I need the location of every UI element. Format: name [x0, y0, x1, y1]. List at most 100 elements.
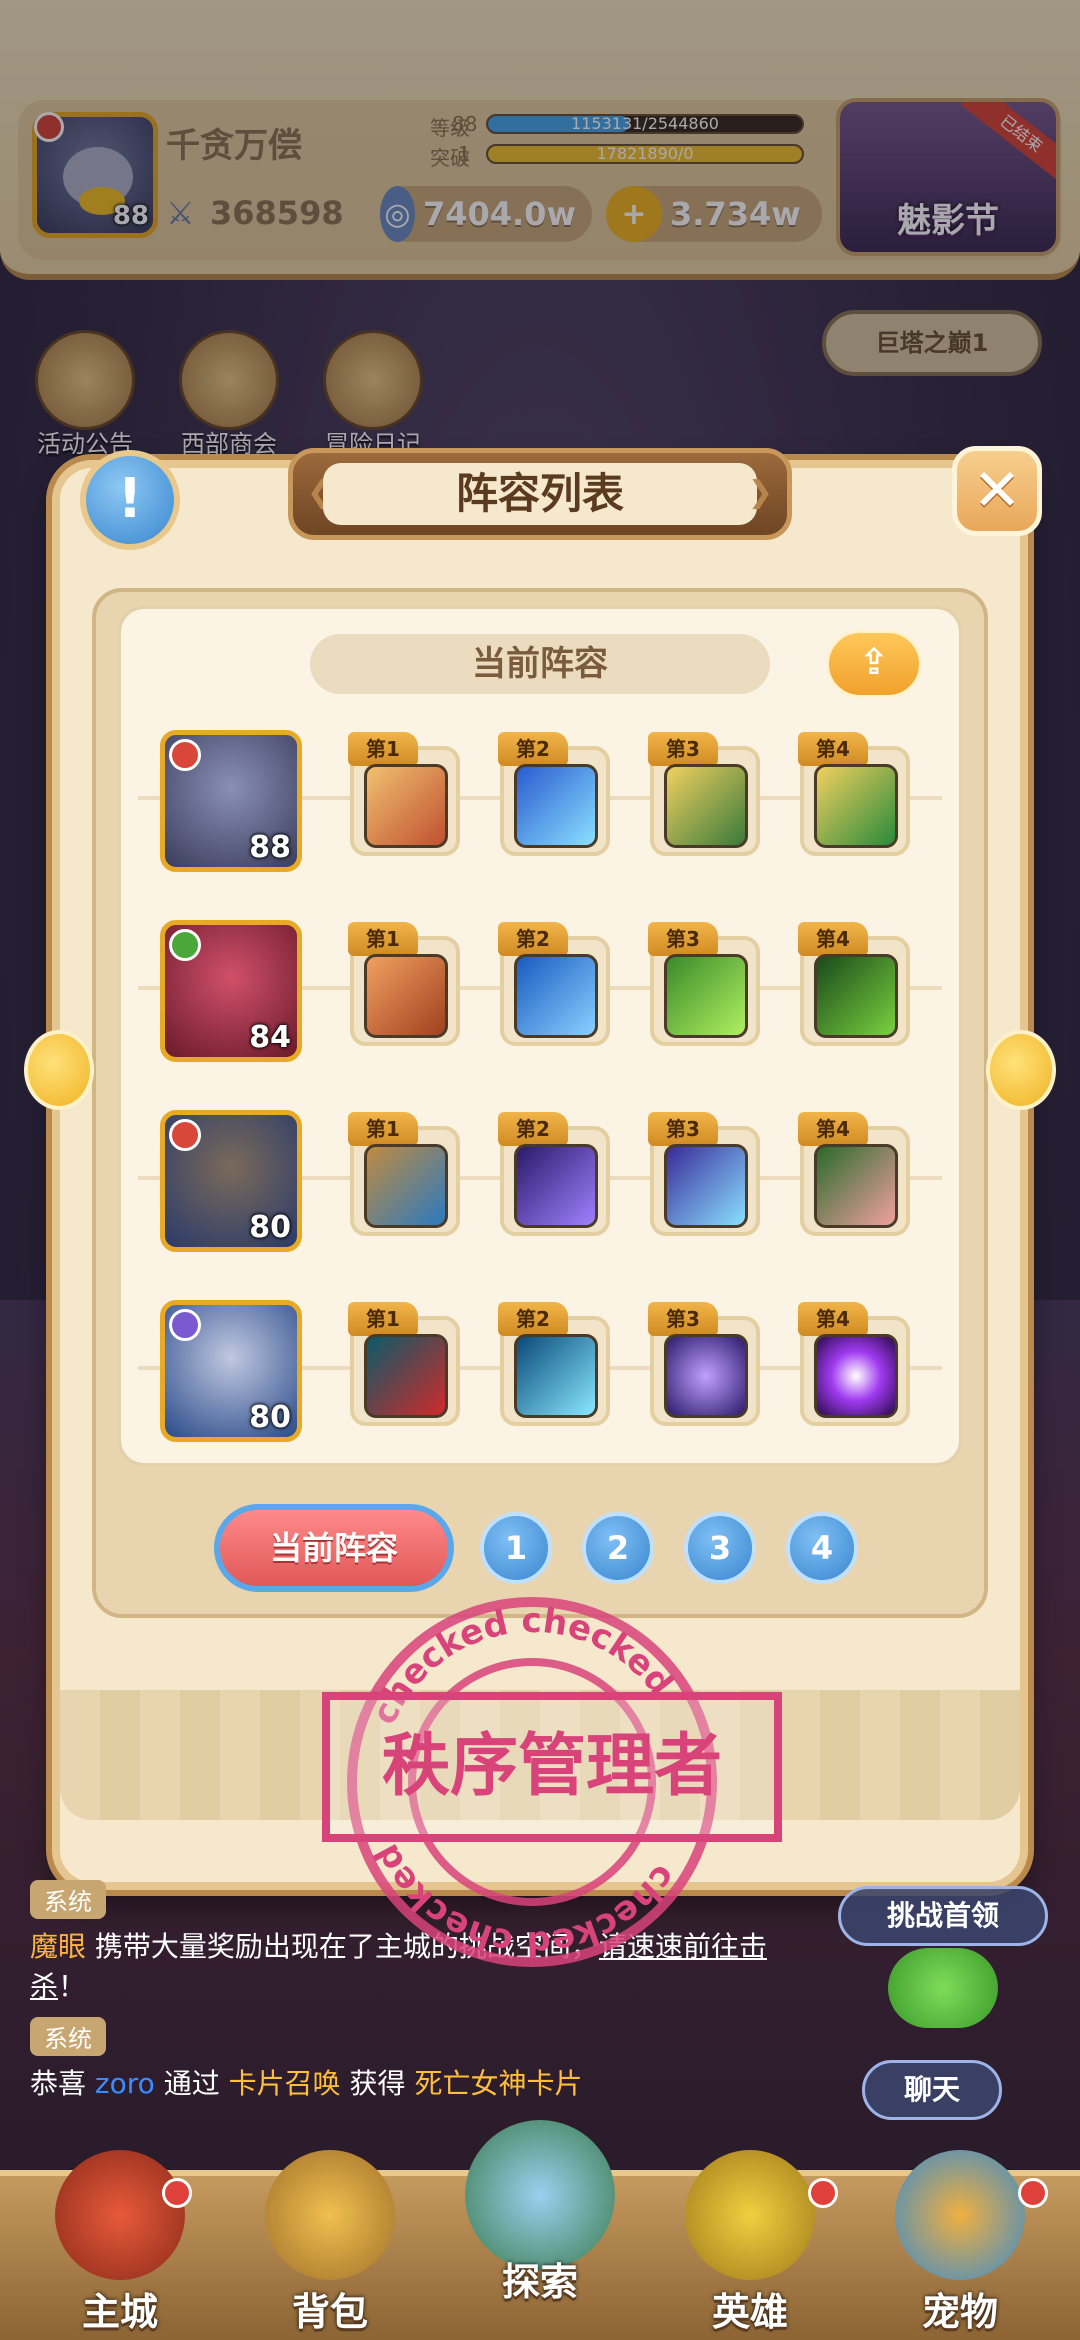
- nav-label: 背包: [291, 2290, 368, 2334]
- hero-portrait[interactable]: 84: [160, 920, 302, 1062]
- element-icon: [169, 1309, 201, 1341]
- nav-notification-dot: [162, 2178, 192, 2208]
- nav-notification-dot: [808, 2178, 838, 2208]
- crossed-swords-icon: [364, 764, 448, 848]
- tab-current-lineup[interactable]: 当前阵容: [214, 1504, 454, 1592]
- share-button[interactable]: ⇪: [826, 630, 922, 698]
- item-name: 死亡女神卡片: [414, 2067, 583, 2100]
- red-mask-icon: [364, 1334, 448, 1418]
- castle-icon: [55, 2150, 185, 2280]
- map-icon: [465, 2120, 615, 2270]
- boss-name: 魔眼: [30, 1930, 87, 1963]
- message-text: 恭喜: [30, 2067, 87, 2100]
- skill-slot[interactable]: 第1: [348, 922, 460, 1046]
- purple-burst-icon: [814, 1334, 898, 1418]
- skill-order-tag: 第4: [798, 732, 868, 766]
- skill-slot[interactable]: 第2: [498, 732, 610, 856]
- user-name: zoro: [94, 2067, 155, 2100]
- modal-title-plate: ❮ 阵容列表 ❯: [288, 448, 792, 540]
- skill-slot[interactable]: 第2: [498, 1302, 610, 1426]
- skill-order-tag: 第3: [648, 1302, 718, 1336]
- hero-level: 88: [249, 830, 291, 865]
- purple-rain-icon: [514, 1144, 598, 1228]
- message-text: 携带大量奖励出现在了主城的挑战空间，: [94, 1930, 599, 1963]
- modal-title: 阵容列表: [323, 463, 757, 525]
- skill-slot[interactable]: 第2: [498, 1112, 610, 1236]
- hero-row: 80 第1 第2 第3 第4: [118, 1092, 962, 1262]
- star-shield-icon: [814, 764, 898, 848]
- skill-slot[interactable]: 第4: [798, 732, 910, 856]
- system-tag: 系统: [30, 1880, 106, 1919]
- green-warrior-icon: [664, 954, 748, 1038]
- gold-shield-icon: [664, 764, 748, 848]
- green-spear-icon: [814, 954, 898, 1038]
- hero-row: 88 第1 第2 第3 第4: [118, 712, 962, 882]
- treant-icon: [364, 1144, 448, 1228]
- ice-staff-icon: [514, 1334, 598, 1418]
- current-lineup-heading: 当前阵容: [310, 634, 770, 694]
- nav-explore[interactable]: 探索: [460, 2120, 620, 2310]
- message-text: ！: [58, 1970, 87, 2003]
- skill-order-tag: 第4: [798, 1302, 868, 1336]
- close-button[interactable]: ✕: [952, 446, 1042, 536]
- chat-message: 恭喜 zoro 通过 卡片召唤 获得 死亡女神卡片: [30, 2064, 810, 2104]
- spear-icon: [514, 954, 598, 1038]
- element-icon: [169, 739, 201, 771]
- skill-slot[interactable]: 第4: [798, 922, 910, 1046]
- skill-order-tag: 第2: [498, 1302, 568, 1336]
- skill-order-tag: 第2: [498, 922, 568, 956]
- nav-label: 宠物: [921, 2290, 998, 2334]
- skill-slot[interactable]: 第3: [648, 1302, 760, 1426]
- skill-order-tag: 第3: [648, 922, 718, 956]
- skill-order-tag: 第1: [348, 732, 418, 766]
- skill-order-tag: 第3: [648, 732, 718, 766]
- hero-row: 84 第1 第2 第3 第4: [118, 902, 962, 1072]
- source-name: 卡片召唤: [228, 2067, 341, 2100]
- challenge-boss-button[interactable]: 挑战首领: [838, 1886, 1048, 1946]
- skill-slot[interactable]: 第4: [798, 1112, 910, 1236]
- element-icon: [169, 929, 201, 961]
- hero-row: 80 第1 第2 第3 第4: [118, 1282, 962, 1452]
- hero-portrait[interactable]: 88: [160, 730, 302, 872]
- element-icon: [169, 1119, 201, 1151]
- blue-slash-icon: [514, 764, 598, 848]
- skill-order-tag: 第1: [348, 1302, 418, 1336]
- nav-label: 主城: [81, 2290, 158, 2334]
- chat-bubble-icon[interactable]: [888, 1948, 998, 2028]
- chat-log: 系统 魔眼 携带大量奖励出现在了主城的挑战空间，请速速前往击杀！ 系统 恭喜 z…: [30, 1880, 810, 2114]
- nav-label: 探索: [501, 2260, 578, 2304]
- vortex-icon: [664, 1334, 748, 1418]
- skill-slot[interactable]: 第1: [348, 1302, 460, 1426]
- skill-order-tag: 第1: [348, 1112, 418, 1146]
- previous-arrow-icon[interactable]: [24, 1030, 94, 1110]
- nav-heroes[interactable]: 英雄: [670, 2150, 830, 2340]
- skill-slot[interactable]: 第3: [648, 1112, 760, 1236]
- hero-portrait[interactable]: 80: [160, 1300, 302, 1442]
- skill-order-tag: 第4: [798, 1112, 868, 1146]
- skill-slot[interactable]: 第1: [348, 1112, 460, 1236]
- chat-button[interactable]: 聊天: [862, 2060, 1002, 2120]
- tab-lineup-1[interactable]: 1: [480, 1512, 552, 1584]
- skill-slot[interactable]: 第2: [498, 922, 610, 1046]
- hero-icon: [685, 2150, 815, 2280]
- hero-level: 80: [249, 1210, 291, 1245]
- tab-lineup-4[interactable]: 4: [786, 1512, 858, 1584]
- stamp-title: 秩序管理者: [322, 1692, 782, 1842]
- tab-lineup-3[interactable]: 3: [684, 1512, 756, 1584]
- chat-message: 魔眼 携带大量奖励出现在了主城的挑战空间，请速速前往击杀！: [30, 1927, 810, 2007]
- skill-order-tag: 第2: [498, 1112, 568, 1146]
- tab-lineup-2[interactable]: 2: [582, 1512, 654, 1584]
- hero-portrait[interactable]: 80: [160, 1110, 302, 1252]
- skill-slot[interactable]: 第3: [648, 922, 760, 1046]
- nav-backpack[interactable]: 背包: [250, 2150, 410, 2340]
- backpack-icon: [265, 2150, 395, 2280]
- skill-slot[interactable]: 第4: [798, 1302, 910, 1426]
- message-text: 获得: [349, 2067, 406, 2100]
- skill-order-tag: 第1: [348, 922, 418, 956]
- info-button[interactable]: !: [80, 450, 180, 550]
- skill-slot[interactable]: 第1: [348, 732, 460, 856]
- skill-slot[interactable]: 第3: [648, 732, 760, 856]
- next-arrow-icon[interactable]: [986, 1030, 1056, 1110]
- nav-pets[interactable]: 宠物: [880, 2150, 1040, 2340]
- skill-order-tag: 第2: [498, 732, 568, 766]
